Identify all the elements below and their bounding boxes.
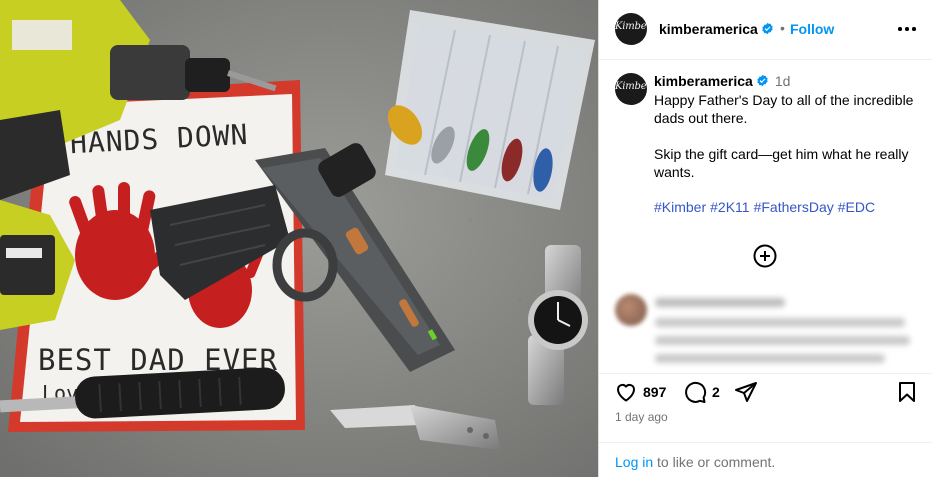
caption-avatar-logo-text: Kimber [615, 81, 647, 92]
caption-username[interactable]: kimberamerica [654, 73, 753, 89]
hashtag-link[interactable]: #EDC [838, 199, 875, 215]
post-actions: 897 2 1 day ago Log in to like or commen… [599, 373, 932, 477]
profile-avatar[interactable]: Kimber [615, 13, 647, 45]
login-prompt: Log in to like or comment. [599, 442, 932, 477]
fishing-lures-box-icon [385, 10, 595, 210]
header-username-text: kimberamerica [659, 21, 758, 37]
login-prompt-text: Log in to like or comment. [615, 454, 775, 470]
blurred-comment [615, 292, 925, 364]
avatar-logo-text: Kimber [615, 21, 647, 32]
comments-count[interactable]: 2 [712, 384, 720, 400]
header-separator: • [780, 20, 785, 36]
likes-count[interactable]: 897 [643, 384, 666, 400]
verified-badge-icon [757, 74, 768, 87]
login-link[interactable]: Log in [615, 454, 653, 470]
caption-text: Happy Father's Day to all of the incredi… [654, 92, 914, 180]
verified-badge-icon [762, 22, 773, 35]
hashtag-link[interactable]: #Kimber [654, 199, 706, 215]
caption-header: kimberamerica 1d [654, 73, 790, 89]
post-image-scene: HANDS DOWN BEST DAD EVER Love [0, 0, 598, 477]
comment-avatar [615, 294, 647, 326]
bookmark-icon[interactable] [895, 380, 919, 404]
hashtags: #Kimber #2K11 #FathersDay #EDC [654, 199, 879, 215]
login-suffix: to like or comment. [653, 454, 776, 470]
plus-circle-icon[interactable] [753, 244, 777, 268]
post-header: Kimber kimberamerica • Follow [599, 0, 932, 60]
follow-button[interactable]: Follow [790, 21, 834, 37]
caption-time: 1d [774, 73, 791, 89]
comment-icon[interactable] [683, 380, 707, 404]
more-horizontal-icon[interactable] [895, 17, 919, 41]
posted-ago: 1 day ago [615, 410, 668, 424]
hashtag-link[interactable]: #2K11 [710, 199, 749, 215]
heart-icon[interactable] [614, 380, 638, 404]
share-icon[interactable] [734, 380, 758, 404]
post-side-panel: Kimber kimberamerica • Follow Kimber kim… [598, 0, 932, 477]
caption-avatar[interactable]: Kimber [615, 73, 647, 105]
header-username[interactable]: kimberamerica [659, 21, 774, 37]
post-photo[interactable]: HANDS DOWN BEST DAD EVER Love [0, 0, 598, 477]
hashtag-link[interactable]: #FathersDay [754, 199, 834, 215]
